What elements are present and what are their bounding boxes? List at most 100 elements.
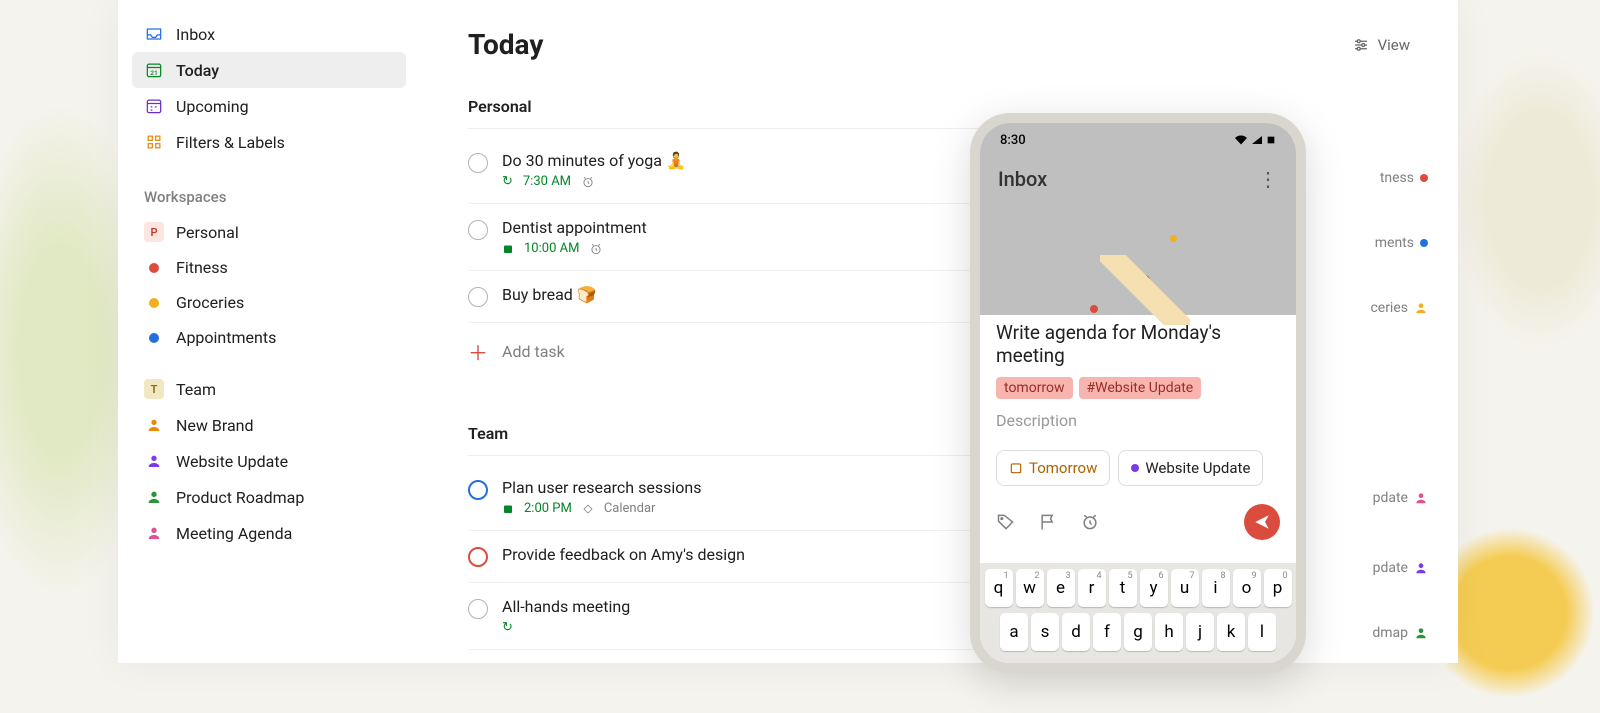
workspace-team[interactable]: T Team: [132, 371, 406, 407]
task-checkbox[interactable]: [468, 287, 488, 307]
pill-project: #Website Update: [1079, 377, 1202, 399]
add-task-label: Add task: [502, 342, 565, 361]
calendar-today-icon: 21: [144, 60, 164, 80]
key-d[interactable]: d: [1062, 613, 1090, 651]
illus-dot-icon: [1170, 235, 1177, 242]
key-a[interactable]: a: [1000, 613, 1028, 651]
workspace-personal[interactable]: P Personal: [132, 214, 406, 250]
peek-project-label: pdate: [1373, 560, 1428, 576]
phone-task-title: Write agenda for Monday's meeting: [996, 321, 1280, 367]
key-r[interactable]: 4r: [1078, 569, 1106, 607]
chip-project[interactable]: Website Update: [1118, 450, 1263, 486]
peek-project-label: dmap: [1372, 625, 1428, 641]
alarm-icon: [589, 242, 603, 256]
task-time: 7:30 AM: [523, 174, 571, 189]
project-dot-icon: [149, 333, 159, 343]
project-website-update[interactable]: Website Update: [132, 443, 406, 479]
key-num: 7: [1189, 571, 1194, 581]
nav-filters-labels[interactable]: Filters & Labels: [132, 124, 406, 160]
peek-project-label: ments: [1375, 235, 1428, 251]
send-button[interactable]: [1244, 504, 1280, 540]
project-dot-icon: [1420, 174, 1428, 182]
task-checkbox[interactable]: [468, 153, 488, 173]
task-checkbox[interactable]: [468, 599, 488, 619]
person-icon: [144, 487, 164, 507]
key-u[interactable]: 7u: [1171, 569, 1199, 607]
key-w[interactable]: 2w: [1016, 569, 1044, 607]
project-meeting-agenda[interactable]: Meeting Agenda: [132, 515, 406, 551]
person-icon: [144, 451, 164, 471]
alarm-icon[interactable]: [1080, 512, 1100, 532]
key-y[interactable]: 6y: [1140, 569, 1168, 607]
project-fitness[interactable]: Fitness: [132, 250, 406, 285]
project-dot-icon: [1420, 239, 1428, 247]
person-icon: [144, 415, 164, 435]
phone-task-sheet: Write agenda for Monday's meeting tomorr…: [980, 305, 1296, 563]
peek-text: dmap: [1372, 625, 1408, 641]
key-t[interactable]: 5t: [1109, 569, 1137, 607]
nav-today[interactable]: 21 Today: [132, 52, 406, 88]
key-i[interactable]: 8i: [1202, 569, 1230, 607]
key-num: 3: [1065, 571, 1070, 581]
grid-icon: [144, 132, 164, 152]
phone-header-title: Inbox: [998, 167, 1047, 191]
key-f[interactable]: f: [1093, 613, 1121, 651]
key-g[interactable]: g: [1124, 613, 1152, 651]
task-checkbox[interactable]: [468, 220, 488, 240]
phone-pills: tomorrow #Website Update: [996, 377, 1280, 399]
nav-label: Today: [176, 61, 219, 80]
description-input[interactable]: Description: [996, 411, 1280, 430]
key-num: 4: [1096, 571, 1101, 581]
project-label: Groceries: [176, 293, 244, 312]
key-k[interactable]: k: [1217, 613, 1245, 651]
project-groceries[interactable]: Groceries: [132, 285, 406, 320]
key-s[interactable]: s: [1031, 613, 1059, 651]
phone-status-bar: 8:30: [980, 123, 1296, 157]
phone-header: Inbox ⋮: [980, 157, 1296, 205]
illus-shape-icon: [1100, 255, 1190, 325]
key-o[interactable]: 9o: [1233, 569, 1261, 607]
svg-text:21: 21: [150, 69, 158, 77]
view-button[interactable]: View: [1352, 36, 1410, 54]
illus-dot-icon: [1090, 305, 1098, 313]
project-new-brand[interactable]: New Brand: [132, 407, 406, 443]
calendar-upcoming-icon: [144, 96, 164, 116]
key-j[interactable]: j: [1186, 613, 1214, 651]
more-icon[interactable]: ⋮: [1258, 167, 1278, 191]
alarm-icon: [581, 175, 595, 189]
key-q[interactable]: 1q: [985, 569, 1013, 607]
calendar-icon: [502, 503, 514, 515]
task-checkbox[interactable]: [468, 480, 488, 500]
project-appointments[interactable]: Appointments: [132, 320, 406, 355]
project-product-roadmap[interactable]: Product Roadmap: [132, 479, 406, 515]
nav-inbox[interactable]: Inbox: [132, 16, 406, 52]
peek-text: tness: [1380, 170, 1414, 186]
project-label: Fitness: [176, 258, 228, 277]
flag-icon[interactable]: [1038, 512, 1058, 532]
nav-label: Upcoming: [176, 97, 249, 116]
page-title: Today: [468, 28, 543, 61]
workspace-label: Personal: [176, 223, 239, 242]
key-num: 9: [1251, 571, 1256, 581]
peek-text: ceries: [1370, 300, 1408, 316]
key-num: 5: [1127, 571, 1132, 581]
key-h[interactable]: h: [1155, 613, 1183, 651]
workspace-badge-icon: P: [144, 222, 164, 242]
workspace-badge-icon: T: [144, 379, 164, 399]
decorative-bg-right-top: [1450, 50, 1600, 350]
project-label: Website Update: [176, 452, 288, 471]
key-num: 0: [1282, 571, 1287, 581]
key-l[interactable]: l: [1248, 613, 1276, 651]
tag-icon[interactable]: [996, 512, 1016, 532]
recurring-icon: ↻: [502, 174, 513, 189]
task-checkbox[interactable]: [468, 547, 488, 567]
phone-illustration: [980, 205, 1296, 315]
nav-upcoming[interactable]: Upcoming: [132, 88, 406, 124]
phone-status-icons: [1234, 134, 1276, 146]
key-p[interactable]: 0p: [1264, 569, 1292, 607]
chip-label: Tomorrow: [1029, 459, 1097, 477]
key-e[interactable]: 3e: [1047, 569, 1075, 607]
peek-project-label: tness: [1380, 170, 1428, 186]
task-time: 2:00 PM: [524, 501, 572, 516]
chip-date[interactable]: Tomorrow: [996, 450, 1110, 486]
